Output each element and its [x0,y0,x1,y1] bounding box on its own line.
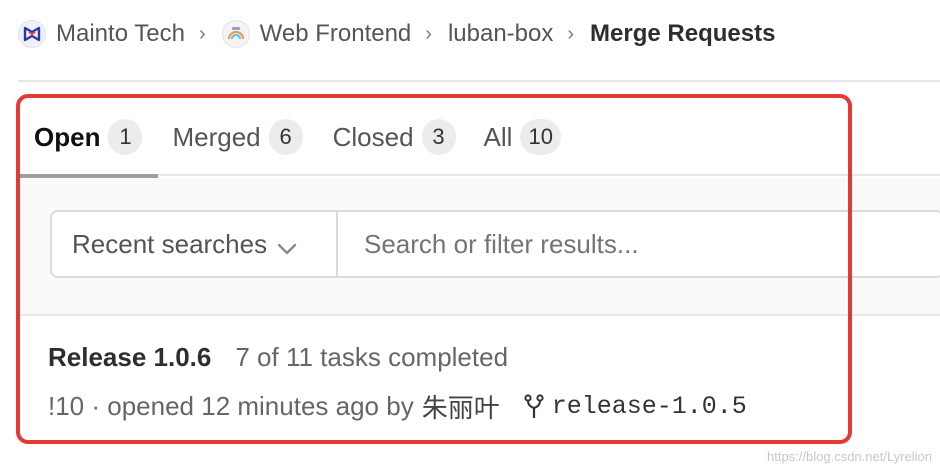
count-badge: 10 [520,119,561,155]
mainto-logo-icon [18,20,46,48]
breadcrumb-item-web-frontend[interactable]: Web Frontend [221,20,412,48]
tab-closed[interactable]: Closed 3 [319,98,470,176]
mr-title-link[interactable]: Release 1.0.6 [48,342,211,373]
chevron-right-icon: › [567,22,575,45]
page-title: Merge Requests [590,20,776,47]
tab-open[interactable]: Open 1 [20,98,159,178]
tab-label: Open [34,121,101,152]
breadcrumb-item-luban-box[interactable]: luban-box [448,20,553,48]
mr-meta-text: !10 · opened 12 minutes ago by [48,391,414,421]
rainbow-group-icon [221,20,250,48]
recent-searches-label: Recent searches [72,228,268,259]
breadcrumb-label: Web Frontend [259,20,412,47]
recent-searches-dropdown[interactable]: Recent searches [52,212,338,276]
divider [18,80,940,82]
count-badge: 1 [108,119,143,155]
tab-all[interactable]: All 10 [470,98,575,176]
breadcrumb: Mainto Tech › Web Frontend › luban-box ›… [18,14,775,54]
mr-title-row: Release 1.0.6 7 of 11 tasks completed [48,342,508,373]
chevron-right-icon: › [425,22,432,45]
target-branch[interactable]: release-1.0.5 [552,392,747,421]
breadcrumb-label: Mainto Tech [56,20,185,47]
author-link[interactable]: 朱丽叶 [422,388,500,425]
tab-label: All [483,121,513,152]
git-branch-icon [524,393,544,420]
search-input[interactable] [338,212,940,276]
tab-merged[interactable]: Merged 6 [158,98,318,176]
filter-area: Recent searches [20,178,940,316]
breadcrumb-item-mainto-tech[interactable]: Mainto Tech [18,20,185,48]
chevron-down-icon [277,231,297,262]
filtered-search-bar: Recent searches [50,210,940,278]
breadcrumb-label: luban-box [447,20,554,47]
chevron-right-icon: › [198,22,206,45]
mr-meta-row: !10 · opened 12 minutes ago by 朱丽叶 relea… [48,388,747,425]
merge-request-state-tabs: Open 1 Merged 6 Closed 3 All 10 [20,98,940,178]
count-badge: 3 [421,119,456,155]
watermark: https://blog.csdn.net/Lyrelion [766,449,932,464]
tab-label: Merged [172,121,261,152]
tab-label: Closed [332,121,414,152]
task-status: 7 of 11 tasks completed [235,342,509,372]
merge-request-list-item: Release 1.0.6 7 of 11 tasks completed !1… [20,318,848,440]
count-badge: 6 [268,119,303,155]
